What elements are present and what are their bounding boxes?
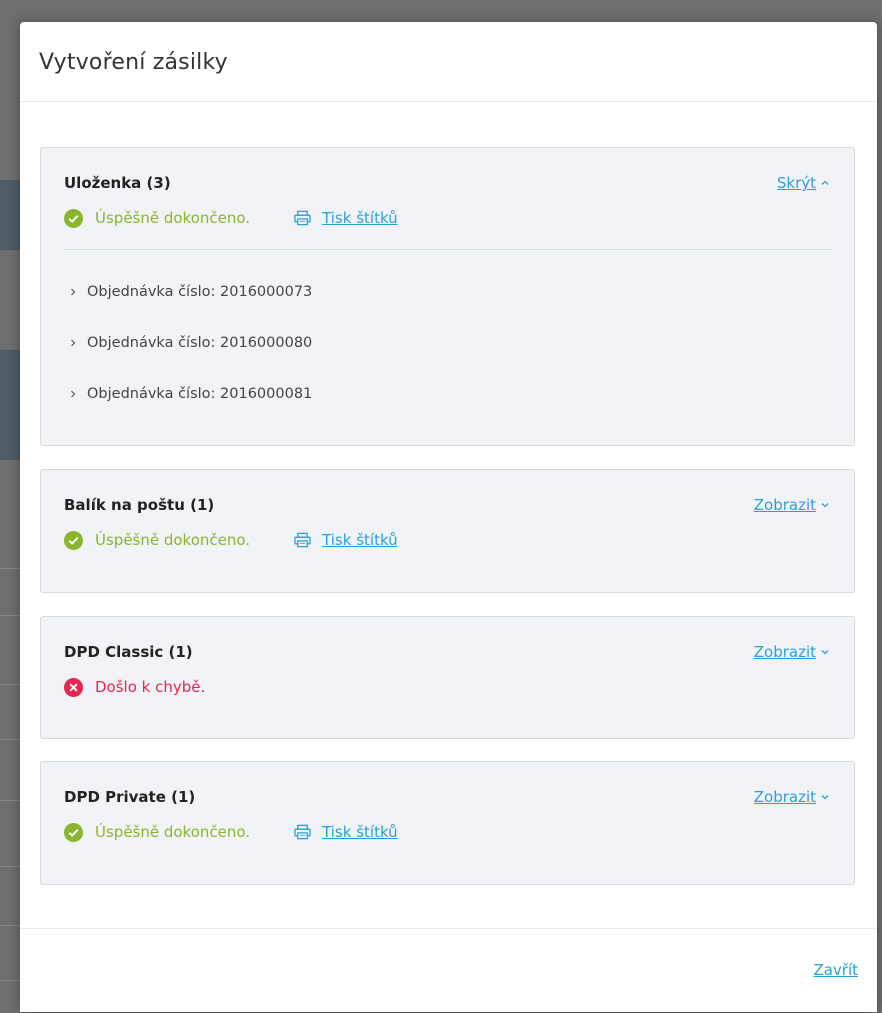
background-divider [0, 615, 22, 616]
error-circle-icon [64, 677, 83, 697]
print-labels-link[interactable]: Tisk štítků [294, 209, 398, 227]
order-item[interactable]: Objednávka číslo: 2016000073 [69, 284, 312, 300]
carrier-name: DPD Private (1) [64, 788, 196, 806]
carrier-name: Uloženka (3) [64, 174, 171, 192]
printer-icon [294, 210, 311, 226]
close-button[interactable]: Zavřít [813, 961, 858, 979]
carrier-name: Balík na poštu (1) [64, 496, 215, 514]
chevron-right-icon [71, 288, 76, 296]
check-circle-icon [64, 822, 83, 842]
modal-header: Vytvoření zásilky [20, 22, 877, 102]
carrier-panel-dpd-private: DPD Private (1) Zobrazit Úspěšně dokonče… [40, 761, 855, 885]
chevron-up-icon [821, 180, 829, 185]
order-label: Objednávka číslo: 2016000081 [87, 386, 313, 402]
toggle-label: Skrýt [776, 174, 816, 192]
modal-footer: Zavřít [20, 928, 877, 1013]
order-item[interactable]: Objednávka číslo: 2016000080 [69, 335, 312, 351]
print-labels-link[interactable]: Tisk štítků [294, 531, 398, 549]
hide-toggle[interactable]: Skrýt [777, 174, 830, 192]
toggle-label: Zobrazit [753, 496, 816, 514]
status-row: Úspěšně dokončeno. Tisk štítků [64, 206, 398, 230]
background-divider [0, 866, 22, 867]
print-labels-label: Tisk štítků [322, 823, 398, 841]
toggle-label: Zobrazit [753, 643, 816, 661]
status-row: Došlo k chybě. [64, 675, 205, 699]
carrier-name: DPD Classic (1) [64, 643, 193, 661]
modal-title: Vytvoření zásilky [39, 50, 228, 75]
order-item[interactable]: Objednávka číslo: 2016000081 [69, 386, 312, 402]
print-labels-label: Tisk štítků [322, 531, 398, 549]
create-shipment-modal: Vytvoření zásilky Uloženka (3) Skrýt Úsp… [20, 22, 877, 1012]
toggle-label: Zobrazit [753, 788, 816, 806]
background-divider [0, 980, 22, 981]
status-text: Úspěšně dokončeno. [95, 209, 251, 227]
status-text: Úspěšně dokončeno. [95, 531, 251, 549]
background-divider [0, 684, 22, 685]
carrier-panel-dpd-classic: DPD Classic (1) Zobrazit Došlo k chybě. [40, 616, 855, 739]
print-labels-link[interactable]: Tisk štítků [294, 823, 398, 841]
show-toggle[interactable]: Zobrazit [754, 643, 830, 661]
background-page-fragment [0, 180, 20, 250]
panel-divider [64, 249, 831, 250]
background-divider [0, 568, 22, 569]
show-toggle[interactable]: Zobrazit [754, 496, 830, 514]
status-text: Úspěšně dokončeno. [95, 823, 251, 841]
check-circle-icon [64, 208, 83, 228]
order-label: Objednávka číslo: 2016000073 [87, 284, 313, 300]
chevron-down-icon [821, 650, 829, 655]
printer-icon [294, 532, 311, 548]
carrier-panel-ulozenka: Uloženka (3) Skrýt Úspěšně dokončeno. Ti… [40, 147, 855, 446]
chevron-right-icon [71, 390, 76, 398]
background-divider [0, 925, 22, 926]
background-page-fragment [0, 350, 20, 460]
carrier-panel-balik-na-postu: Balík na poštu (1) Zobrazit Úspěšně doko… [40, 469, 855, 593]
chevron-right-icon [71, 339, 76, 347]
status-row: Úspěšně dokončeno. Tisk štítků [64, 820, 398, 844]
show-toggle[interactable]: Zobrazit [754, 788, 830, 806]
chevron-down-icon [821, 503, 829, 508]
status-row: Úspěšně dokončeno. Tisk štítků [64, 528, 398, 552]
background-divider [0, 800, 22, 801]
printer-icon [294, 824, 311, 840]
status-text: Došlo k chybě. [95, 678, 206, 696]
print-labels-label: Tisk štítků [322, 209, 398, 227]
check-circle-icon [64, 530, 83, 550]
chevron-down-icon [821, 795, 829, 800]
background-divider [0, 739, 22, 740]
order-label: Objednávka číslo: 2016000080 [87, 335, 313, 351]
